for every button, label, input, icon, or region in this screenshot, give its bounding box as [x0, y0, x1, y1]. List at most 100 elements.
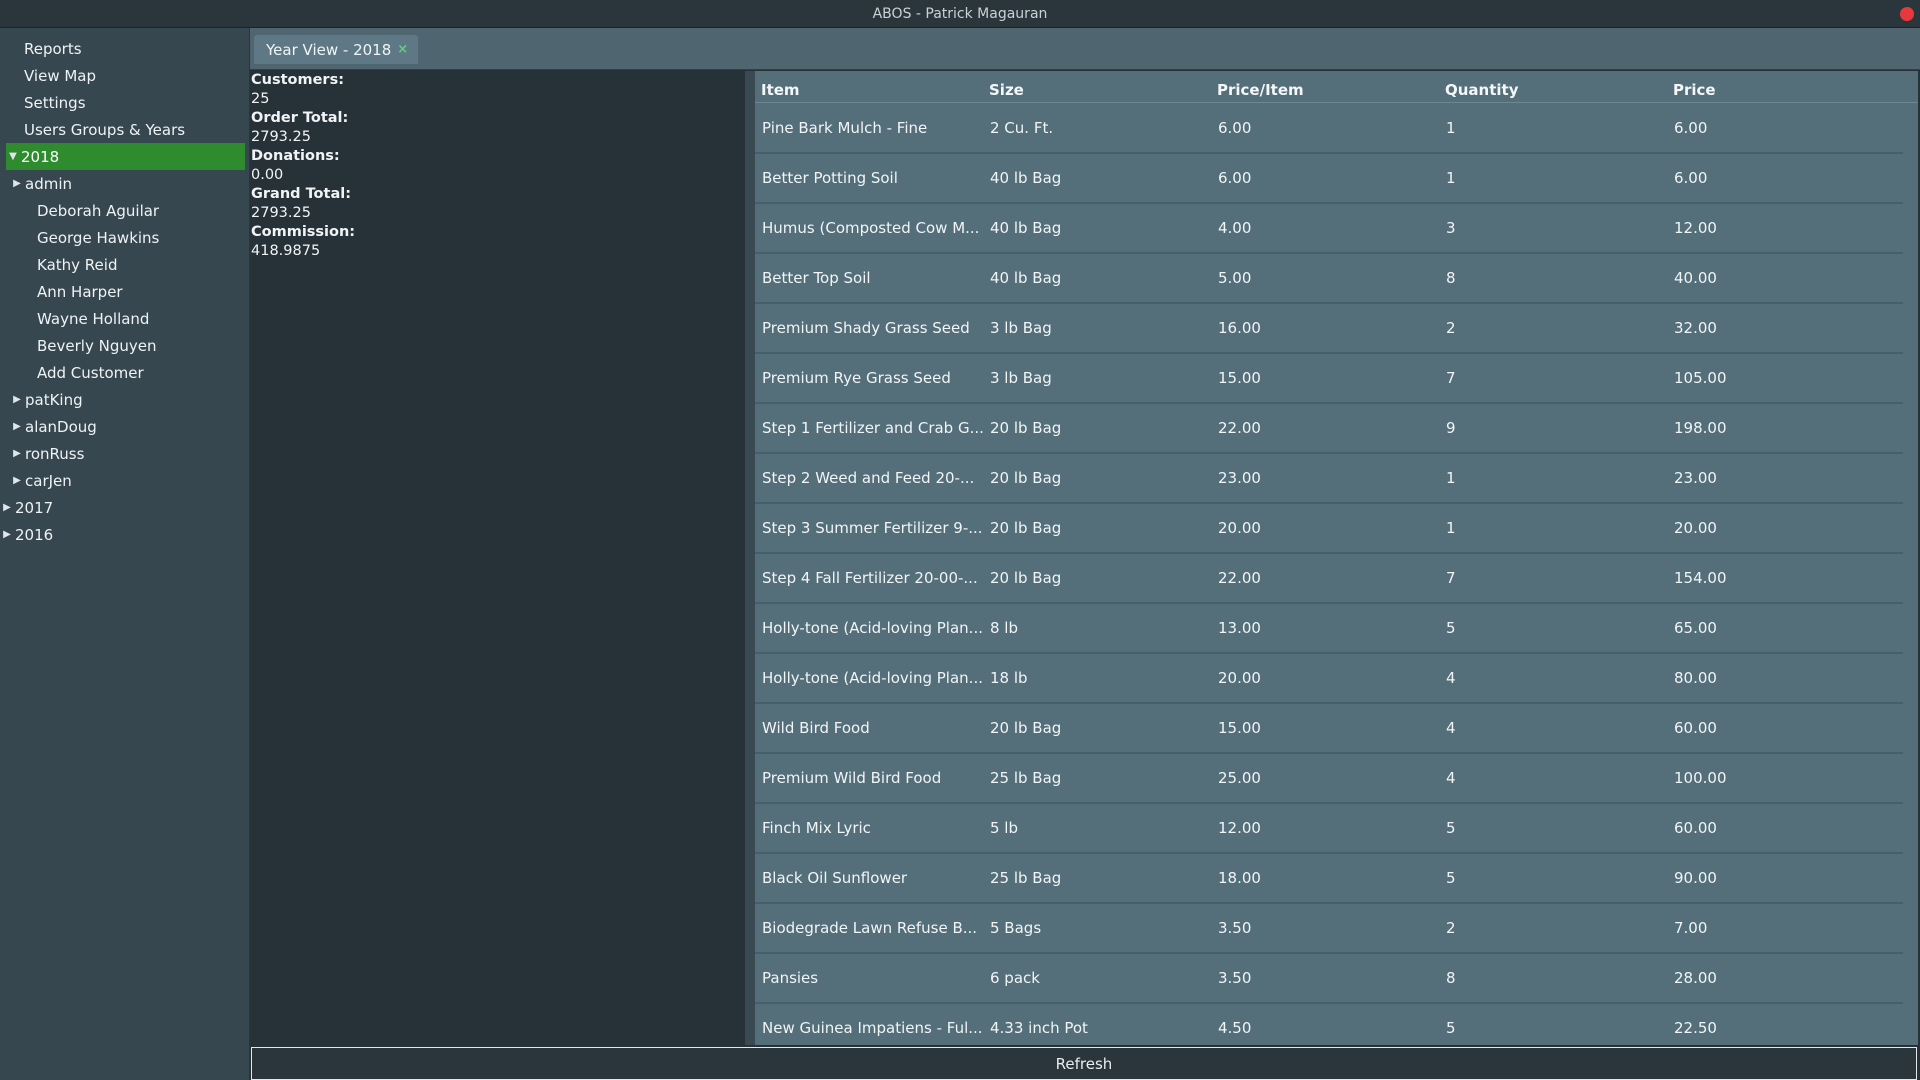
cell-size: 18 lb: [990, 669, 1028, 687]
tab-year-view[interactable]: Year View - 2018 ×: [254, 35, 419, 64]
sidebar-item-ann-harper[interactable]: Ann Harper: [0, 278, 249, 305]
sidebar-item-2016[interactable]: ▶ 2016: [0, 521, 249, 548]
column-header-quantity[interactable]: Quantity: [1439, 81, 1667, 99]
collapsed-arrow-icon[interactable]: ▶: [10, 448, 24, 459]
tab-label: Year View - 2018: [266, 40, 392, 59]
cell-price: 28.00: [1674, 969, 1717, 987]
sidebar-item-carjen[interactable]: ▶ carJen: [0, 467, 249, 494]
sidebar-item-settings[interactable]: Settings: [0, 89, 249, 116]
sidebar-item-patking[interactable]: ▶ patKing: [0, 386, 249, 413]
table-row[interactable]: Holly-tone (Acid-loving Plan... 8 lb 13.00…: [755, 604, 1903, 654]
cell-quantity: 3: [1446, 219, 1456, 237]
sidebar-item-george-hawkins[interactable]: George Hawkins: [0, 224, 249, 251]
window-title: ABOS - Patrick Magauran: [872, 5, 1048, 22]
split-pane-divider[interactable]: [745, 71, 755, 1045]
cell-item: Step 2 Weed and Feed 20-...: [762, 469, 975, 487]
order-total-label: Order Total:: [251, 110, 349, 126]
sidebar-item-2018[interactable]: ▼ 2018: [6, 143, 245, 170]
table-row[interactable]: Finch Mix Lyric 5 lb 12.00 5 60.00: [755, 804, 1903, 854]
sidebar-item-label: George Hawkins: [37, 228, 160, 247]
close-window-icon[interactable]: [1900, 7, 1914, 21]
cell-price: 60.00: [1674, 719, 1717, 737]
sidebar-item-ronruss[interactable]: ▶ ronRuss: [0, 440, 249, 467]
sidebar-item-label: Kathy Reid: [37, 255, 118, 274]
collapsed-arrow-icon[interactable]: ▶: [10, 178, 24, 189]
title-bar: ABOS - Patrick Magauran: [0, 0, 1920, 28]
sidebar-item-users-groups-years[interactable]: Users Groups & Years: [0, 116, 249, 143]
column-header-size[interactable]: Size: [983, 81, 1211, 99]
table-row[interactable]: Black Oil Sunflower 25 lb Bag 18.00 5 90.00: [755, 854, 1903, 904]
sidebar-item-beverly-nguyen[interactable]: Beverly Nguyen: [0, 332, 249, 359]
sidebar-item-wayne-holland[interactable]: Wayne Holland: [0, 305, 249, 332]
table-row[interactable]: Pine Bark Mulch - Fine 2 Cu. Ft. 6.00 1 6.00: [755, 104, 1903, 154]
cell-size: 6 pack: [990, 969, 1040, 987]
collapsed-arrow-icon[interactable]: ▶: [10, 475, 24, 486]
cell-quantity: 9: [1446, 419, 1456, 437]
tab-close-icon[interactable]: ×: [397, 42, 408, 57]
sidebar-item-label: patKing: [25, 390, 83, 409]
cell-price-item: 3.50: [1218, 919, 1252, 937]
table-row[interactable]: Premium Rye Grass Seed 3 lb Bag 15.00 7 105.…: [755, 354, 1903, 404]
table-row[interactable]: Better Top Soil 40 lb Bag 5.00 8 40.00: [755, 254, 1903, 304]
cell-item: Premium Rye Grass Seed: [762, 369, 951, 387]
column-header-item[interactable]: Item: [755, 81, 983, 99]
sidebar-item-label: 2017: [15, 498, 54, 517]
table-row[interactable]: Pansies 6 pack 3.50 8 28.00: [755, 954, 1903, 1004]
collapsed-arrow-icon[interactable]: ▶: [10, 421, 24, 432]
cell-quantity: 1: [1446, 169, 1456, 187]
sidebar-item-add-customer[interactable]: Add Customer: [0, 359, 249, 386]
cell-size: 3 lb Bag: [990, 319, 1052, 337]
cell-price-item: 22.00: [1218, 569, 1261, 587]
cell-size: 5 lb: [990, 819, 1019, 837]
column-header-price[interactable]: Price: [1667, 81, 1903, 99]
sidebar-item-2017[interactable]: ▶ 2017: [0, 494, 249, 521]
table-row[interactable]: Step 3 Summer Fertilizer 9-... 20 lb Bag 2…: [755, 504, 1903, 554]
table-row[interactable]: Better Potting Soil 40 lb Bag 6.00 1 6.00: [755, 154, 1903, 204]
table-row[interactable]: Wild Bird Food 20 lb Bag 15.00 4 60.00: [755, 704, 1903, 754]
sidebar-item-view-map[interactable]: View Map: [0, 62, 249, 89]
customers-value: 25: [251, 91, 270, 107]
table-row[interactable]: Biodegrade Lawn Refuse B... 5 Bags 3.50 2 7.…: [755, 904, 1903, 954]
table-row[interactable]: Holly-tone (Acid-loving Plan... 18 lb 20.0…: [755, 654, 1903, 704]
sidebar-item-deborah-aguilar[interactable]: Deborah Aguilar: [0, 197, 249, 224]
table-row[interactable]: Step 2 Weed and Feed 20-... 20 lb Bag 23.0…: [755, 454, 1903, 504]
products-table: Item Size Price/Item Quantity Price Pine…: [755, 71, 1918, 1045]
column-header-price-item[interactable]: Price/Item: [1211, 81, 1439, 99]
cell-price: 105.00: [1674, 369, 1727, 387]
cell-item: New Guinea Impatiens - Ful...: [762, 1019, 983, 1037]
sidebar-item-kathy-reid[interactable]: Kathy Reid: [0, 251, 249, 278]
collapsed-arrow-icon[interactable]: ▶: [10, 394, 24, 405]
table-row[interactable]: New Guinea Impatiens - Ful... 4.33 inch P…: [755, 1004, 1903, 1045]
cell-quantity: 7: [1446, 569, 1456, 587]
cell-size: 40 lb Bag: [990, 169, 1062, 187]
table-row[interactable]: Premium Wild Bird Food 25 lb Bag 25.00 4 100…: [755, 754, 1903, 804]
sidebar-item-alandoug[interactable]: ▶ alanDoug: [0, 413, 249, 440]
sidebar-item-admin[interactable]: ▶ admin: [0, 170, 249, 197]
sidebar-item-label: Users Groups & Years: [24, 120, 186, 139]
cell-quantity: 5: [1446, 869, 1456, 887]
table-row[interactable]: Premium Shady Grass Seed 3 lb Bag 16.00 2 32…: [755, 304, 1903, 354]
table-row[interactable]: Step 1 Fertilizer and Crab G... 20 lb Bag…: [755, 404, 1903, 454]
cell-item: Humus (Composted Cow M...: [762, 219, 980, 237]
cell-size: 20 lb Bag: [990, 469, 1062, 487]
cell-price-item: 5.00: [1218, 269, 1252, 287]
commission-label: Commission:: [251, 224, 356, 240]
expanded-arrow-icon[interactable]: ▼: [6, 151, 20, 162]
sidebar-tree: Reports View Map Settings Users Groups & Ye…: [0, 28, 250, 1080]
cell-quantity: 7: [1446, 369, 1456, 387]
cell-item: Biodegrade Lawn Refuse B...: [762, 919, 978, 937]
cell-price-item: 4.00: [1218, 219, 1252, 237]
cell-item: Pine Bark Mulch - Fine: [762, 119, 928, 137]
cell-price-item: 20.00: [1218, 669, 1261, 687]
cell-price: 80.00: [1674, 669, 1717, 687]
refresh-button[interactable]: Refresh: [251, 1047, 1917, 1080]
cell-item: Better Top Soil: [762, 269, 871, 287]
table-row[interactable]: Humus (Composted Cow M... 40 lb Bag 4.00 3 1…: [755, 204, 1903, 254]
cell-size: 20 lb Bag: [990, 519, 1062, 537]
collapsed-arrow-icon[interactable]: ▶: [0, 529, 14, 540]
sidebar-item-reports[interactable]: Reports: [0, 35, 249, 62]
cell-price-item: 18.00: [1218, 869, 1261, 887]
cell-quantity: 5: [1446, 819, 1456, 837]
table-row[interactable]: Step 4 Fall Fertilizer 20-00-... 20 lb Ba…: [755, 554, 1903, 604]
collapsed-arrow-icon[interactable]: ▶: [0, 502, 14, 513]
